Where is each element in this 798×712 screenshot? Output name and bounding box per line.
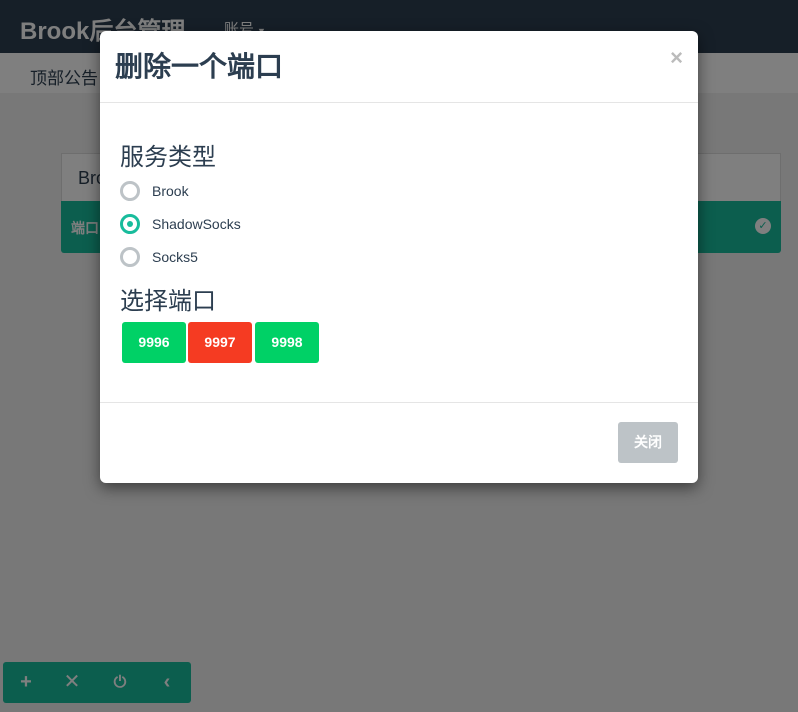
radio-label: Brook [152,183,189,199]
modal-close-icon[interactable]: × [670,45,683,71]
port-button-9997[interactable]: 9997 [188,322,252,363]
delete-port-modal: 删除一个端口 × 服务类型 Brook ShadowSocks Socks5 选… [100,31,698,483]
radio-label: ShadowSocks [152,216,241,232]
close-button[interactable]: 关闭 [618,422,678,463]
port-select-title: 选择端口 [120,288,216,315]
port-button-9996[interactable]: 9996 [122,322,186,363]
modal-title: 删除一个端口 [115,51,284,82]
radio-circle-icon[interactable] [120,214,140,234]
service-type-title: 服务类型 [120,144,216,171]
radio-circle-icon[interactable] [120,181,140,201]
modal-header: 删除一个端口 × [100,31,698,103]
modal-footer: 关闭 [100,402,698,484]
radio-circle-icon[interactable] [120,247,140,267]
radio-label: Socks5 [152,249,198,265]
port-button-9998[interactable]: 9998 [255,322,319,363]
